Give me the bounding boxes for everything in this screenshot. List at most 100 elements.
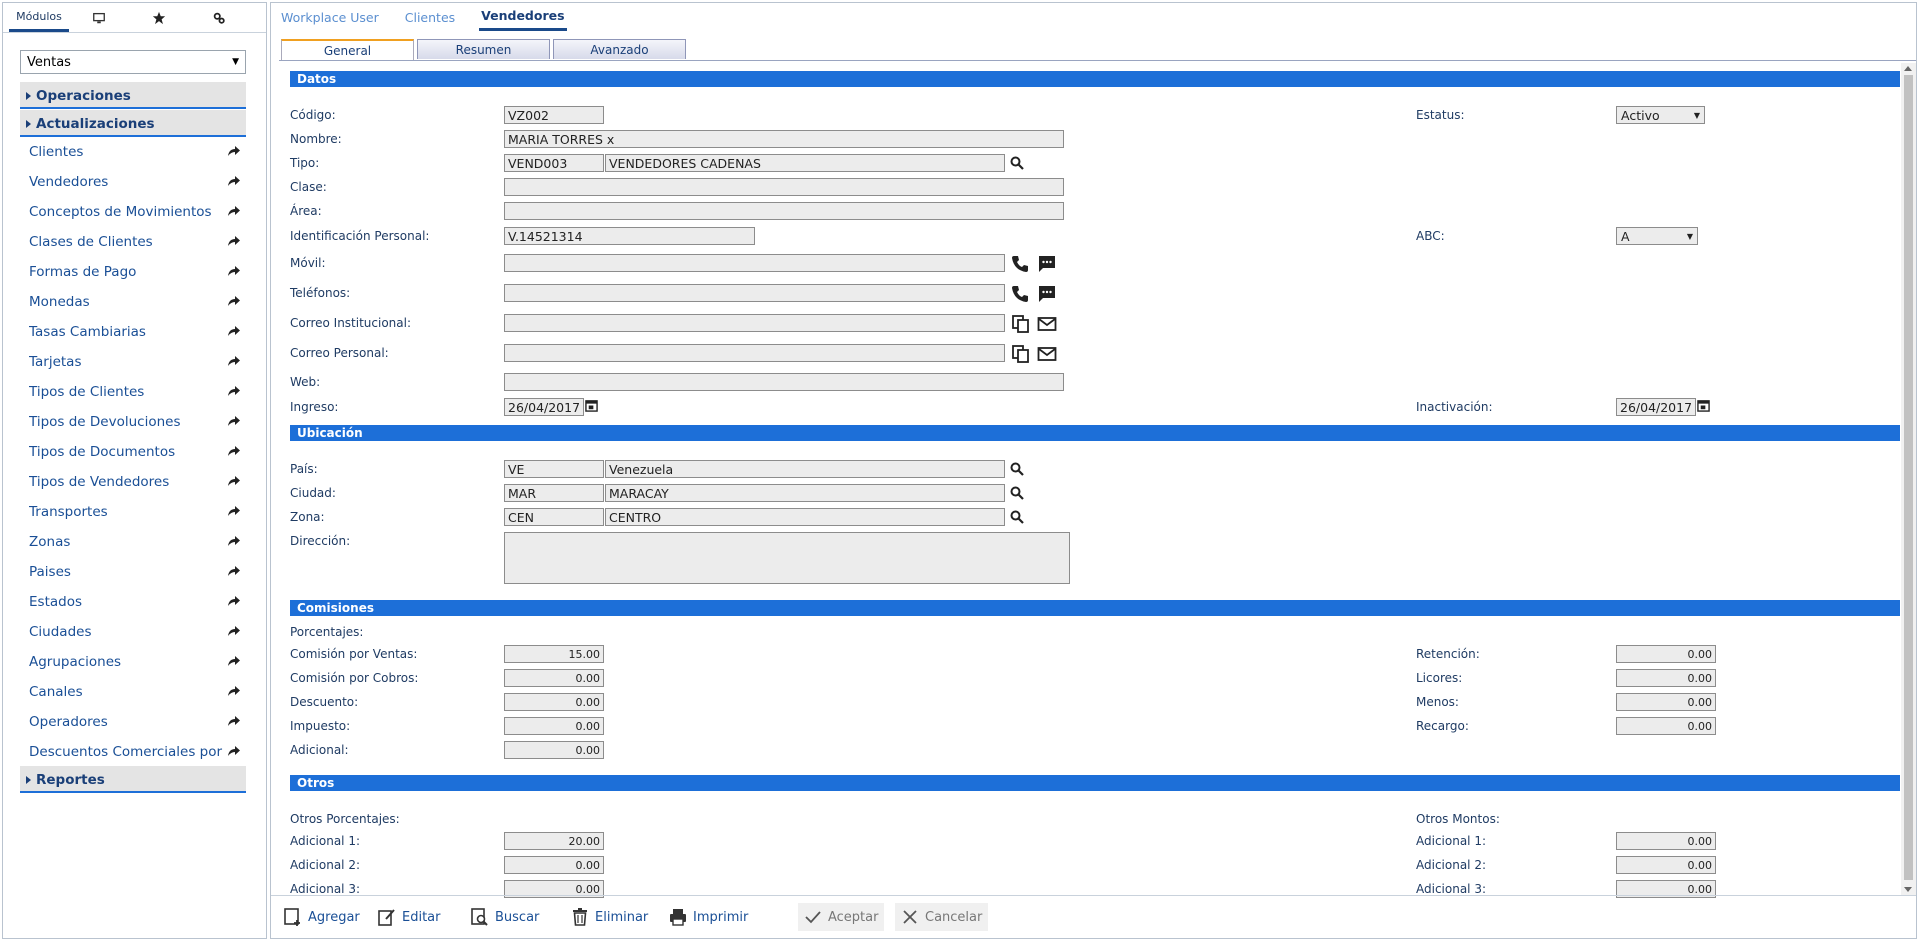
open-arrow-icon[interactable] bbox=[227, 445, 241, 457]
search-icon[interactable] bbox=[1009, 461, 1025, 477]
mail-icon[interactable] bbox=[1037, 314, 1057, 334]
eliminar-button[interactable]: Eliminar bbox=[565, 903, 654, 931]
open-arrow-icon[interactable] bbox=[227, 595, 241, 607]
imprimir-button[interactable]: Imprimir bbox=[663, 903, 754, 931]
phone-icon[interactable] bbox=[1010, 254, 1030, 274]
sidebar-item[interactable]: Ciudades bbox=[20, 620, 246, 646]
sidebar-item[interactable]: Paises bbox=[20, 560, 246, 586]
vertical-scrollbar[interactable] bbox=[1901, 63, 1916, 895]
numeric-field[interactable]: 0.00 bbox=[1616, 693, 1716, 711]
telefonos-field[interactable] bbox=[504, 284, 1005, 302]
open-arrow-icon[interactable] bbox=[227, 145, 241, 157]
phone-icon[interactable] bbox=[1010, 284, 1030, 304]
open-arrow-icon[interactable] bbox=[227, 565, 241, 577]
sidebar-item[interactable]: Transportes bbox=[20, 500, 246, 526]
open-arrow-icon[interactable] bbox=[227, 715, 241, 727]
tab-favorites[interactable] bbox=[129, 4, 189, 32]
open-arrow-icon[interactable] bbox=[227, 295, 241, 307]
copy-icon[interactable] bbox=[1011, 344, 1031, 364]
numeric-field[interactable]: 0.00 bbox=[504, 693, 604, 711]
module-select[interactable]: Ventas ▼ bbox=[20, 50, 246, 74]
search-icon[interactable] bbox=[1009, 485, 1025, 501]
open-arrow-icon[interactable] bbox=[227, 415, 241, 427]
abc-select[interactable]: A ▼ bbox=[1616, 227, 1698, 245]
sidebar-item[interactable]: Conceptos de Movimientos bbox=[20, 200, 246, 226]
sidebar-item[interactable]: Tipos de Devoluciones bbox=[20, 410, 246, 436]
agregar-button[interactable]: Agregar bbox=[278, 903, 366, 931]
direccion-textarea[interactable] bbox=[504, 532, 1070, 584]
open-arrow-icon[interactable] bbox=[227, 175, 241, 187]
buscar-button[interactable]: Buscar bbox=[465, 903, 545, 931]
section-operaciones[interactable]: Operaciones bbox=[20, 82, 246, 109]
numeric-field[interactable]: 15.00 bbox=[504, 645, 604, 663]
search-icon[interactable] bbox=[1009, 155, 1025, 171]
open-arrow-icon[interactable] bbox=[227, 265, 241, 277]
open-arrow-icon[interactable] bbox=[227, 235, 241, 247]
scroll-up-icon[interactable] bbox=[1904, 66, 1912, 71]
sidebar-item[interactable]: Descuentos Comerciales por Volumen bbox=[20, 740, 246, 766]
estatus-select[interactable]: Activo ▼ bbox=[1616, 106, 1705, 124]
tab-settings[interactable] bbox=[189, 4, 249, 32]
numeric-field[interactable]: 0.00 bbox=[1616, 856, 1716, 874]
inactivacion-field[interactable]: 26/04/2017 bbox=[1616, 398, 1696, 416]
open-arrow-icon[interactable] bbox=[227, 745, 241, 757]
sidebar-item[interactable]: Tipos de Clientes bbox=[20, 380, 246, 406]
open-arrow-icon[interactable] bbox=[227, 385, 241, 397]
numeric-field[interactable]: 0.00 bbox=[1616, 645, 1716, 663]
sidebar-item[interactable]: Tipos de Documentos bbox=[20, 440, 246, 466]
aceptar-button[interactable]: Aceptar bbox=[798, 903, 885, 931]
open-arrow-icon[interactable] bbox=[227, 325, 241, 337]
open-arrow-icon[interactable] bbox=[227, 625, 241, 637]
cancelar-button[interactable]: Cancelar bbox=[895, 903, 989, 931]
numeric-field[interactable]: 0.00 bbox=[1616, 717, 1716, 735]
sidebar-item[interactable]: Zonas bbox=[20, 530, 246, 556]
numeric-field[interactable]: 0.00 bbox=[504, 669, 604, 687]
search-icon[interactable] bbox=[1009, 509, 1025, 525]
nombre-field[interactable]: MARIA TORRES x bbox=[504, 130, 1064, 148]
numeric-field[interactable]: 0.00 bbox=[504, 717, 604, 735]
pais-code-field[interactable]: VE bbox=[504, 460, 604, 478]
zona-code-field[interactable]: CEN bbox=[504, 508, 604, 526]
ciudad-code-field[interactable]: MAR bbox=[504, 484, 604, 502]
calendar-icon[interactable] bbox=[585, 399, 598, 412]
numeric-field[interactable]: 0.00 bbox=[504, 741, 604, 759]
section-reportes[interactable]: Reportes bbox=[20, 766, 246, 793]
open-arrow-icon[interactable] bbox=[227, 535, 241, 547]
sidebar-item[interactable]: Clases de Clientes bbox=[20, 230, 246, 256]
sidebar-item[interactable]: Monedas bbox=[20, 290, 246, 316]
tab-modulos[interactable]: Módulos bbox=[9, 4, 69, 32]
mail-icon[interactable] bbox=[1037, 344, 1057, 364]
sidebar-item[interactable]: Formas de Pago bbox=[20, 260, 246, 286]
scroll-down-icon[interactable] bbox=[1904, 887, 1912, 892]
sidebar-item[interactable]: Clientes bbox=[20, 140, 246, 166]
ingreso-field[interactable]: 26/04/2017 bbox=[504, 398, 584, 416]
message-icon[interactable] bbox=[1037, 254, 1057, 274]
tipo-code-field[interactable]: VEND003 bbox=[504, 154, 604, 172]
message-icon[interactable] bbox=[1037, 284, 1057, 304]
editar-button[interactable]: Editar bbox=[372, 903, 447, 931]
scroll-thumb[interactable] bbox=[1904, 75, 1913, 880]
copy-icon[interactable] bbox=[1011, 314, 1031, 334]
clase-field[interactable] bbox=[504, 178, 1064, 196]
sidebar-item[interactable]: Agrupaciones bbox=[20, 650, 246, 676]
correo-personal-field[interactable] bbox=[504, 344, 1005, 362]
tab-monitor[interactable] bbox=[69, 4, 129, 32]
open-arrow-icon[interactable] bbox=[227, 355, 241, 367]
open-arrow-icon[interactable] bbox=[227, 685, 241, 697]
open-arrow-icon[interactable] bbox=[227, 475, 241, 487]
calendar-icon[interactable] bbox=[1697, 399, 1710, 412]
numeric-field[interactable]: 0.00 bbox=[1616, 832, 1716, 850]
sidebar-item[interactable]: Estados bbox=[20, 590, 246, 616]
section-actualizaciones[interactable]: Actualizaciones bbox=[20, 110, 246, 137]
numeric-field[interactable]: 20.00 bbox=[504, 832, 604, 850]
open-arrow-icon[interactable] bbox=[227, 205, 241, 217]
sidebar-item[interactable]: Tarjetas bbox=[20, 350, 246, 376]
correo-institucional-field[interactable] bbox=[504, 314, 1005, 332]
numeric-field[interactable]: 0.00 bbox=[1616, 669, 1716, 687]
open-arrow-icon[interactable] bbox=[227, 655, 241, 667]
identificacion-field[interactable]: V.14521314 bbox=[504, 227, 755, 245]
sidebar-item[interactable]: Tipos de Vendedores bbox=[20, 470, 246, 496]
web-field[interactable] bbox=[504, 373, 1064, 391]
sidebar-item[interactable]: Operadores bbox=[20, 710, 246, 736]
sidebar-item[interactable]: Canales bbox=[20, 680, 246, 706]
